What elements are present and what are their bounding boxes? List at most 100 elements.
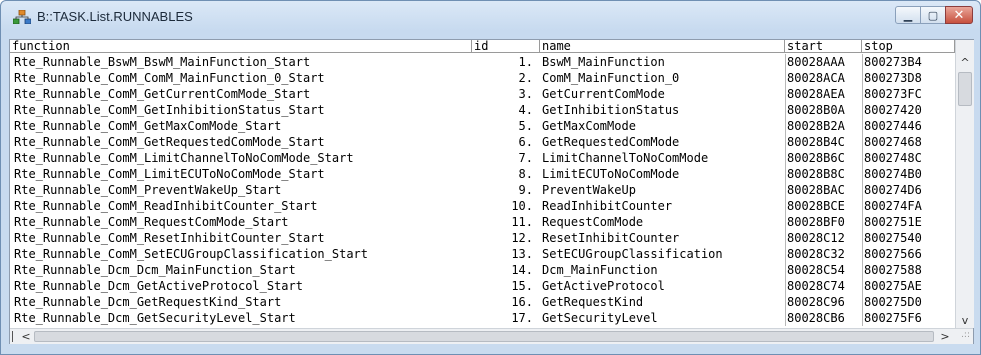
cell-stop: 80027420 [864, 103, 922, 117]
cell-name: ResetInhibitCounter [542, 231, 680, 245]
cell-function: Rte_Runnable_ComM_LimitECUToNoComMode_St… [14, 167, 325, 181]
cell-name: GetActiveProtocol [542, 279, 665, 293]
cell-id: 15. [511, 279, 533, 293]
cell-id: 16. [511, 295, 533, 309]
close-button[interactable]: ✕ [945, 6, 973, 24]
cell-function: Rte_Runnable_ComM_GetCurrentComMode_Star… [14, 87, 311, 101]
cell-stop: 800273FC [864, 87, 922, 101]
cell-start: 80028AAA [787, 55, 845, 69]
cell-name: ComM_MainFunction_0 [542, 71, 680, 85]
scroll-up-icon[interactable]: ^ [956, 54, 974, 70]
cell-function: Rte_Runnable_ComM_PreventWakeUp_Start [14, 183, 282, 197]
column-header-name[interactable]: name [540, 40, 785, 53]
split-handle[interactable] [12, 331, 16, 342]
cell-id: 5. [518, 119, 533, 133]
cell-stop: 8002751E [864, 215, 922, 229]
cell-stop: 80027588 [864, 263, 922, 277]
cell-name: SetECUGroupClassification [542, 247, 723, 261]
minimize-button[interactable]: ▁ [895, 6, 921, 24]
cell-stop: 8002748C [864, 151, 922, 165]
table-row[interactable]: Rte_Runnable_ComM_GetRequestedComMode_St… [10, 134, 955, 150]
window-title: B::TASK.List.RUNNABLES [37, 9, 193, 24]
cell-function: Rte_Runnable_BswM_BswM_MainFunction_Star… [14, 55, 311, 69]
column-header-function[interactable]: function [10, 40, 472, 53]
table-row[interactable]: Rte_Runnable_ComM_LimitECUToNoComMode_St… [10, 166, 955, 182]
minimize-icon: ▁ [903, 8, 913, 22]
cell-id: 9. [518, 183, 533, 197]
scroll-right-icon[interactable]: > [938, 329, 952, 344]
vertical-scroll-thumb[interactable] [958, 72, 972, 106]
cell-start: 80028BCE [787, 199, 845, 213]
cell-id: 13. [511, 247, 533, 261]
table-row[interactable]: Rte_Runnable_ComM_SetECUGroupClassificat… [10, 246, 955, 262]
table-row[interactable]: Rte_Runnable_ComM_GetMaxComMode_Start 5. G… [10, 118, 955, 134]
cell-name: Dcm_MainFunction [542, 263, 658, 277]
cell-function: Rte_Runnable_ComM_LimitChannelToNoComMod… [14, 151, 354, 165]
cell-function: Rte_Runnable_Dcm_GetActiveProtocol_Start [14, 279, 303, 293]
cell-stop: 800274FA [864, 199, 922, 213]
table-row[interactable]: Rte_Runnable_ComM_LimitChannelToNoComMod… [10, 150, 955, 166]
table-body: Rte_Runnable_BswM_BswM_MainFunction_Star… [10, 54, 955, 326]
runnables-list: function id name start stop Rte_Runnable… [9, 39, 974, 344]
cell-stop: 80027566 [864, 247, 922, 261]
cell-name: GetCurrentComMode [542, 87, 665, 101]
table-row[interactable]: Rte_Runnable_Dcm_GetSecurityLevel_Start 1… [10, 310, 955, 326]
cell-function: Rte_Runnable_ComM_GetInhibitionStatus_St… [14, 103, 325, 117]
table-row[interactable]: Rte_Runnable_Dcm_GetActiveProtocol_Start… [10, 278, 955, 294]
cell-name: GetMaxComMode [542, 119, 636, 133]
cell-start: 80028C96 [787, 295, 845, 309]
table-row[interactable]: Rte_Runnable_ComM_PreventWakeUp_Start 9. P… [10, 182, 955, 198]
cell-start: 80028CB6 [787, 311, 845, 325]
cell-id: 17. [511, 311, 533, 325]
table-row[interactable]: Rte_Runnable_BswM_BswM_MainFunction_Star… [10, 54, 955, 70]
cell-function: Rte_Runnable_Dcm_GetSecurityLevel_Start [14, 311, 296, 325]
horizontal-scrollbar[interactable]: < > [10, 328, 973, 344]
vertical-scrollbar[interactable]: ^ v [955, 40, 974, 328]
cell-name: BswM_MainFunction [542, 55, 665, 69]
cell-start: 80028BAC [787, 183, 845, 197]
cell-start: 80028C12 [787, 231, 845, 245]
cell-id: 2. [518, 71, 533, 85]
table-row[interactable]: Rte_Runnable_Dcm_Dcm_MainFunction_Start 1… [10, 262, 955, 278]
cell-id: 10. [511, 199, 533, 213]
table-row[interactable]: Rte_Runnable_ComM_ResetInhibitCounter_St… [10, 230, 955, 246]
cell-function: Rte_Runnable_ComM_GetRequestedComMode_St… [14, 135, 325, 149]
table-row[interactable]: Rte_Runnable_ComM_GetCurrentComMode_Star… [10, 86, 955, 102]
horizontal-scroll-thumb[interactable] [34, 331, 934, 342]
cell-name: GetSecurityLevel [542, 311, 658, 325]
cell-function: Rte_Runnable_Dcm_GetRequestKind_Start [14, 295, 282, 309]
column-header-stop[interactable]: stop [862, 40, 955, 53]
column-header-id[interactable]: id [472, 40, 540, 53]
cell-id: 3. [518, 87, 533, 101]
close-icon: ✕ [953, 7, 965, 23]
cell-function: Rte_Runnable_Dcm_Dcm_MainFunction_Start [14, 263, 296, 277]
cell-start: 80028C54 [787, 263, 845, 277]
cell-name: LimitECUToNoComMode [542, 167, 680, 181]
cell-start: 80028B0A [787, 103, 845, 117]
cell-name: ReadInhibitCounter [542, 199, 673, 213]
scroll-down-icon[interactable]: v [956, 312, 974, 328]
table-row[interactable]: Rte_Runnable_ComM_ReadInhibitCounter_Sta… [10, 198, 955, 214]
maximize-button[interactable]: ▢ [920, 6, 946, 24]
cell-stop: 800274D6 [864, 183, 922, 197]
cell-start: 80028C32 [787, 247, 845, 261]
cell-function: Rte_Runnable_ComM_SetECUGroupClassificat… [14, 247, 369, 261]
maximize-icon: ▢ [927, 8, 939, 22]
cell-stop: 800275F6 [864, 311, 922, 325]
cell-id: 1. [518, 55, 533, 69]
cell-name: PreventWakeUp [542, 183, 636, 197]
table-row[interactable]: Rte_Runnable_ComM_ComM_MainFunction_0_St… [10, 70, 955, 86]
column-header-start[interactable]: start [785, 40, 862, 53]
table-row[interactable]: Rte_Runnable_Dcm_GetRequestKind_Start 16.… [10, 294, 955, 310]
title-bar[interactable]: B::TASK.List.RUNNABLES ▁ ▢ ✕ [1, 1, 980, 32]
scroll-left-icon[interactable]: < [19, 329, 33, 344]
cell-id: 8. [518, 167, 533, 181]
cell-start: 80028B8C [787, 167, 845, 181]
table-row[interactable]: Rte_Runnable_ComM_GetInhibitionStatus_St… [10, 102, 955, 118]
cell-start: 80028AEA [787, 87, 845, 101]
resize-grip-icon[interactable]: .:: [956, 330, 970, 342]
cell-stop: 800273B4 [864, 55, 922, 69]
table-row[interactable]: Rte_Runnable_ComM_RequestComMode_Start 11… [10, 214, 955, 230]
cell-id: 4. [518, 103, 533, 117]
cell-stop: 800273D8 [864, 71, 922, 85]
